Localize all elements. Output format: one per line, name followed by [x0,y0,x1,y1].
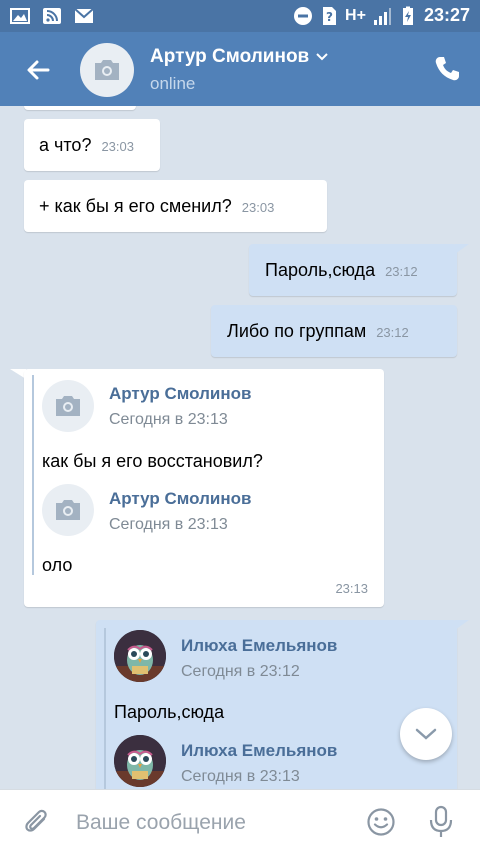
forwarded-text: оло [42,555,73,575]
forwarded-text: как бы я его восстановил? [42,451,263,471]
message-time: 23:13 [335,581,368,596]
forwarded-message-bubble[interactable]: Артур Смолинов Сегодня в 23:13 как бы я … [24,369,384,607]
chevron-down-icon [415,728,437,740]
forwarded-date: Сегодня в 23:13 [109,411,228,428]
message-bubble-partial [24,106,136,110]
rss-icon [43,8,61,24]
message-time: 23:12 [385,264,418,279]
forward-indicator-line [32,375,34,575]
chat-header: Артур Смолинов online [0,32,480,106]
forwarded-date: Сегодня в 23:13 [181,768,300,785]
signal-icon [373,7,391,25]
contact-status: online [150,74,196,93]
message-text: + как бы я его сменил? [39,196,232,216]
avatar[interactable] [114,630,166,682]
paperclip-icon[interactable] [22,807,52,839]
contact-avatar[interactable] [80,43,134,97]
bubble-tail [455,244,469,254]
do-not-disturb-icon [294,6,313,25]
battery-charging-icon [402,6,413,25]
gallery-icon [10,8,30,24]
forwarded-text: Пароль,сюда [114,702,225,722]
forwarded-date: Сегодня в 23:12 [181,663,300,680]
message-time: 23:12 [376,325,409,340]
message-bubble-outgoing[interactable]: Пароль,сюда 23:12 [249,244,457,296]
svg-text:?: ? [326,10,333,24]
message-time: 23:03 [101,139,134,154]
status-bar: ? H+ 23:27 [0,0,480,32]
forwarded-author[interactable]: Илюха Емельянов [181,636,337,656]
message-bubble-incoming[interactable]: + как бы я его сменил? 23:03 [24,180,327,232]
message-bubble-incoming[interactable]: а что? 23:03 [24,119,160,171]
no-sim-icon: ? [323,6,337,25]
forwarded-message-bubble-outgoing[interactable]: Илюха Емельянов Сегодня в 23:12 Пароль,с… [96,620,457,789]
forward-indicator-line [104,628,106,789]
clock: 23:27 [423,5,470,25]
avatar[interactable] [42,380,94,432]
message-bubble-outgoing[interactable]: Либо по группам 23:12 [211,305,457,357]
forwarded-author[interactable]: Артур Смолинов [109,384,251,404]
avatar[interactable] [42,484,94,536]
message-text: Либо по группам [227,321,367,341]
bubble-tail [455,620,469,630]
message-composer [0,789,480,854]
message-list[interactable]: а что? 23:03 + как бы я его сменил? 23:0… [0,106,480,789]
contact-name-text: Артур Смолинов [150,46,310,67]
back-arrow-icon[interactable] [22,54,54,86]
microphone-icon[interactable] [428,805,454,839]
camera-icon [56,500,80,520]
mail-icon [74,8,94,23]
forwarded-author[interactable]: Илюха Емельянов [181,741,337,761]
avatar[interactable] [114,735,166,787]
message-input[interactable] [76,808,346,838]
chevron-down-icon[interactable] [315,52,329,62]
scroll-to-bottom-button[interactable] [400,708,452,760]
emoji-icon[interactable] [366,807,396,837]
owl-avatar-image [114,735,166,787]
forwarded-author[interactable]: Артур Смолинов [109,489,251,509]
message-time: 23:03 [241,200,275,215]
message-text: Пароль,сюда [265,260,376,280]
contact-name[interactable]: Артур Смолинов [150,46,329,68]
owl-avatar-image [114,630,166,682]
network-type: H+ [345,6,366,24]
phone-icon[interactable] [432,54,462,84]
forwarded-date: Сегодня в 23:13 [109,516,228,533]
message-text: а что? [39,135,92,155]
camera-icon [95,60,119,80]
camera-icon [56,396,80,416]
